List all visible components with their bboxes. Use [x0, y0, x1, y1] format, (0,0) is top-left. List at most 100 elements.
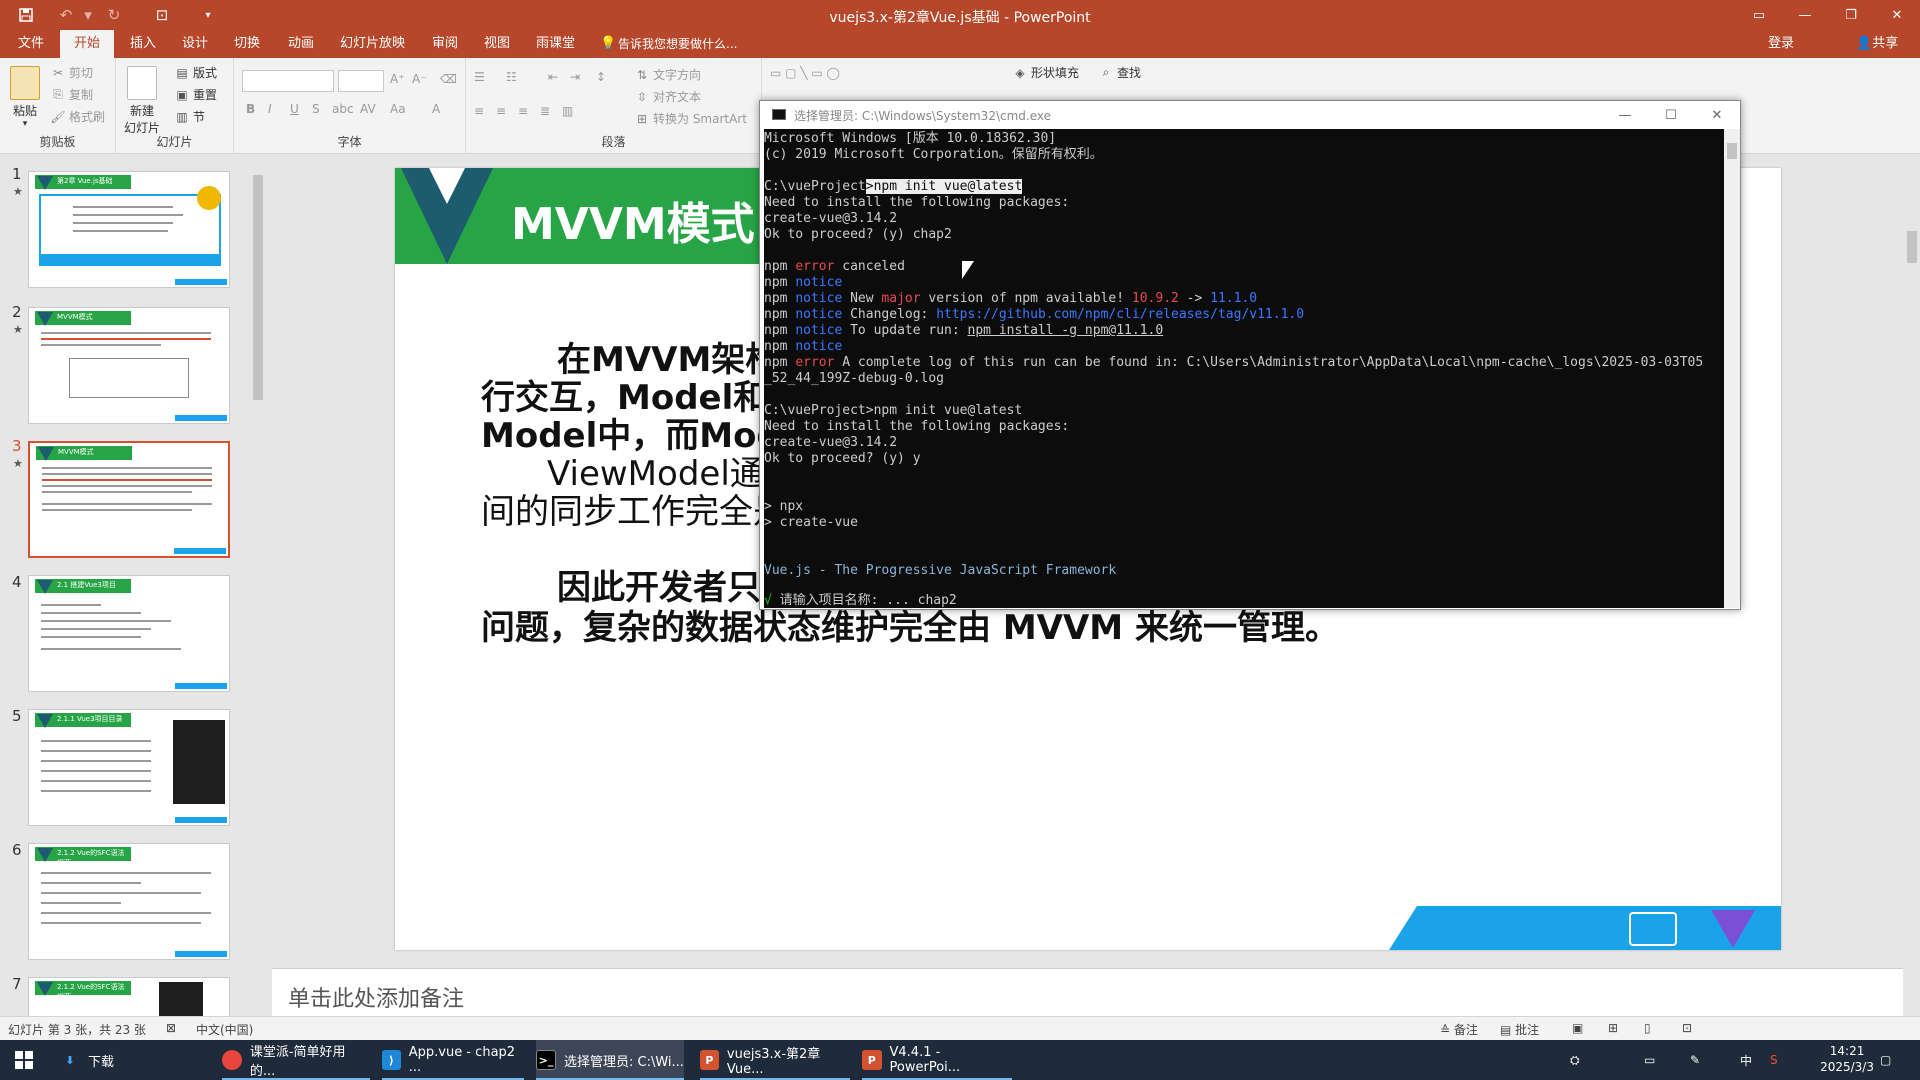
tab-view[interactable]: 视图: [482, 30, 512, 58]
font-name-select[interactable]: [242, 70, 334, 92]
slide-scrollbar[interactable]: [1903, 155, 1920, 945]
char-spacing-icon[interactable]: AV: [360, 102, 376, 116]
italic-icon[interactable]: I: [268, 102, 272, 116]
login-link[interactable]: 登录: [1768, 30, 1794, 58]
align-left-icon[interactable]: ≡: [474, 104, 484, 118]
slide-title[interactable]: MVVM模式: [511, 188, 755, 252]
bold-icon[interactable]: B: [246, 102, 255, 116]
align-right-icon[interactable]: ≡: [518, 104, 528, 118]
slide-thumbnail-4[interactable]: 2.1 搭建Vue3项目: [28, 575, 230, 692]
share-button[interactable]: 👤共享: [1856, 30, 1898, 58]
increase-font-icon[interactable]: A⁺: [390, 72, 405, 86]
taskbar-item-cmd[interactable]: >_ 选择管理员: C:\Wi...: [536, 1040, 684, 1080]
columns-icon[interactable]: ▥: [562, 104, 573, 118]
tab-transitions[interactable]: 切换: [232, 30, 262, 58]
comments-toggle[interactable]: ▤ 批注: [1500, 1021, 1539, 1038]
tell-me-input[interactable]: 告诉我您想要做什么...: [618, 30, 737, 58]
cmd-minimize-button[interactable]: —: [1602, 101, 1648, 129]
slideshow-view-icon[interactable]: ⊡: [1682, 1021, 1692, 1035]
decrease-indent-icon[interactable]: ⇤: [548, 70, 558, 84]
slide-scrollbar-thumb[interactable]: [1907, 231, 1917, 263]
ime-indicator[interactable]: 中: [1740, 1040, 1752, 1080]
new-slide-button[interactable]: 新建 幻灯片: [124, 66, 160, 136]
font-size-select[interactable]: [338, 70, 384, 92]
copy-button[interactable]: ⎘ 复制: [50, 86, 93, 103]
change-case-icon[interactable]: Aa: [390, 102, 406, 116]
tab-animations[interactable]: 动画: [286, 30, 316, 58]
tab-rain-classroom[interactable]: 雨课堂: [534, 30, 577, 58]
sorter-view-icon[interactable]: ⊞: [1608, 1021, 1618, 1035]
justify-icon[interactable]: ≣: [540, 104, 550, 118]
cmd-maximize-button[interactable]: ☐: [1648, 101, 1694, 129]
line-spacing-icon[interactable]: ↕: [596, 70, 606, 84]
taskbar-item-chrome[interactable]: 课堂派-简单好用的...: [222, 1040, 370, 1080]
tab-slideshow[interactable]: 幻灯片放映: [338, 30, 407, 58]
paste-button[interactable]: 粘贴 ▾: [10, 66, 40, 129]
notification-icon[interactable]: ▢: [1880, 1040, 1891, 1080]
normal-view-icon[interactable]: ▣: [1572, 1021, 1583, 1035]
tab-insert[interactable]: 插入: [128, 30, 158, 58]
section-button[interactable]: ▥ 节: [174, 108, 205, 125]
tab-home[interactable]: 开始: [60, 30, 115, 58]
format-painter-button[interactable]: 🖌 格式刷: [50, 108, 105, 125]
clear-format-icon[interactable]: ⌫: [440, 72, 457, 86]
tab-design[interactable]: 设计: [180, 30, 210, 58]
reading-view-icon[interactable]: ▯: [1644, 1021, 1651, 1035]
sogou-ime-icon[interactable]: S: [1770, 1040, 1778, 1080]
tab-review[interactable]: 审阅: [430, 30, 460, 58]
slide-thumbnail-1[interactable]: 第2章 Vue.js基础: [28, 171, 230, 288]
slide-thumbnail-7[interactable]: 2.1.2 Vue的SFC语法规范: [28, 977, 230, 1017]
slide-thumbnail-5[interactable]: 2.1.1 Vue3项目目录: [28, 709, 230, 826]
cmd-scrollbar-thumb[interactable]: [1727, 143, 1737, 159]
thumbnail-scrollbar-thumb[interactable]: [253, 175, 263, 400]
shadow-icon[interactable]: S: [312, 102, 320, 116]
system-clock[interactable]: 14:21 2025/3/3: [1820, 1043, 1874, 1075]
taskbar-item-powerpoint-1[interactable]: P vuejs3.x-第2章Vue...: [700, 1040, 850, 1080]
minimize-button[interactable]: —: [1782, 0, 1828, 30]
cmd-title-bar[interactable]: 选择管理员: C:\Windows\System32\cmd.exe — ☐ ✕: [760, 101, 1740, 129]
notes-toggle[interactable]: ≙ 备注: [1440, 1021, 1478, 1038]
text-direction-button[interactable]: ⇅ 文字方向: [634, 66, 701, 83]
console-line: npm error canceled: [764, 259, 905, 275]
numbering-icon[interactable]: ☷: [506, 70, 517, 84]
notes-pane[interactable]: 单击此处添加备注: [272, 968, 1903, 1016]
taskbar-item-powerpoint-2[interactable]: P V4.4.1 - PowerPoi...: [862, 1040, 1012, 1080]
slide-thumbnail-6[interactable]: 2.1.2 Vue的SFC语法规范: [28, 843, 230, 960]
shape-fill-button[interactable]: ◈ 形状填充: [1012, 64, 1079, 81]
font-color-icon[interactable]: A: [432, 102, 440, 116]
tab-file[interactable]: 文件: [16, 30, 46, 58]
language-indicator[interactable]: 中文(中国): [196, 1021, 253, 1038]
taskbar-item-vscode[interactable]: ⟩ App.vue - chap2 ...: [382, 1040, 524, 1080]
align-center-icon[interactable]: ≡: [496, 104, 506, 118]
tray-tool-icon[interactable]: ✎: [1690, 1040, 1700, 1080]
increase-indent-icon[interactable]: ⇥: [570, 70, 580, 84]
slide-thumbnail-2[interactable]: MVVM模式: [28, 307, 230, 424]
bullets-icon[interactable]: ☰: [474, 70, 485, 84]
cmd-scrollbar[interactable]: [1724, 129, 1740, 608]
cut-button[interactable]: ✂ 剪切: [50, 64, 93, 81]
console-link[interactable]: https://github.com/npm/cli/releases/tag/…: [936, 307, 1304, 322]
smartart-button[interactable]: ⊞ 转换为 SmartArt: [634, 110, 747, 127]
thumbnail-scrollbar[interactable]: [250, 157, 266, 1015]
slide-thumbnail-3[interactable]: MVVM模式: [28, 441, 230, 558]
spellcheck-icon[interactable]: ⊠: [166, 1021, 176, 1035]
slide-text-line-5[interactable]: 间的同步工作完全是: [481, 484, 787, 533]
ribbon-display-options-icon[interactable]: ▭: [1736, 0, 1782, 30]
tray-app-icon[interactable]: ⛭: [1570, 1040, 1580, 1080]
console-output[interactable]: Microsoft Windows [版本 10.0.18362.30] (c)…: [764, 129, 1724, 608]
cmd-close-button[interactable]: ✕: [1694, 101, 1740, 129]
find-button[interactable]: ⌕ 查找: [1098, 64, 1141, 81]
shapes-gallery[interactable]: ▭ ▢ ╲ ▭ ◯: [770, 66, 840, 80]
underline-icon[interactable]: U: [290, 102, 299, 116]
restore-button[interactable]: ❐: [1828, 0, 1874, 30]
taskbar-item-downloads[interactable]: ⬇ 下载: [60, 1040, 210, 1080]
windows-start-icon[interactable]: [0, 1040, 48, 1080]
reset-button[interactable]: ▣ 重置: [174, 86, 217, 103]
cmd-window[interactable]: 选择管理员: C:\Windows\System32\cmd.exe — ☐ ✕…: [759, 100, 1741, 610]
network-icon[interactable]: ▭: [1644, 1040, 1655, 1080]
decrease-font-icon[interactable]: A⁻: [412, 72, 427, 86]
layout-button[interactable]: ▤ 版式: [174, 64, 217, 81]
strikethrough-icon[interactable]: abc: [332, 102, 354, 116]
close-button[interactable]: ✕: [1874, 0, 1920, 30]
align-text-button[interactable]: ⇳ 对齐文本: [634, 88, 701, 105]
